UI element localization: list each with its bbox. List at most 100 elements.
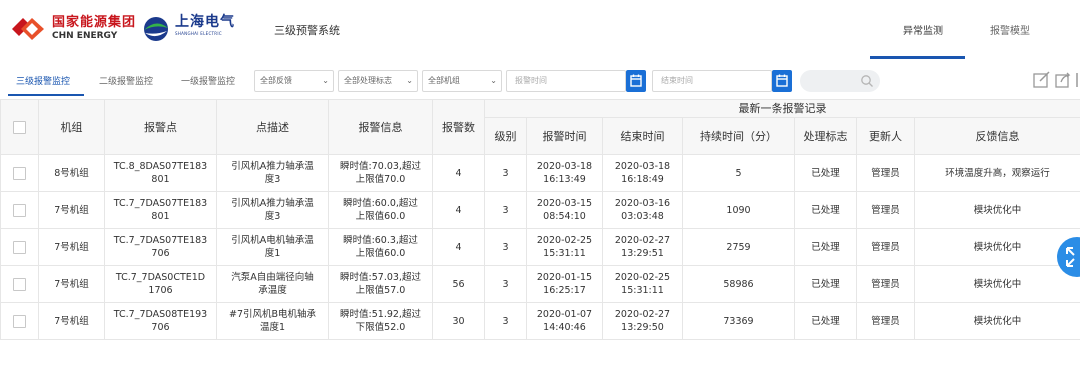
filter-bar: 三级报警监控 二级报警监控 一级报警监控 全部反馈 ⌄ 全部处理标志 ⌄ 全部机… <box>0 64 1080 96</box>
alarm-table-body: 8号机组 TC.8_8DAS07TE183 801 引风机A推力轴承温 度3 瞬时值:… <box>0 154 1080 340</box>
col-header-alarm-time[interactable]: 报警时间 <box>526 117 603 155</box>
table-row[interactable]: 8号机组 TC.8_8DAS07TE183 801 引风机A推力轴承温 度3 瞬时值:… <box>0 154 1080 192</box>
unit-select[interactable]: 全部机组 ⌄ <box>422 70 502 92</box>
cell-flag: 已处理 <box>794 228 857 266</box>
cell-point: TC.7_7DAS07TE183 801 <box>104 191 217 229</box>
row-select-cell <box>0 191 39 229</box>
cell-info: 瞬时值:60.0,超过 上限值60.0 <box>328 191 433 229</box>
nav-alarm-model[interactable]: 报警模型 <box>990 22 1030 37</box>
col-header-feedback[interactable]: 反馈信息 <box>913 117 1080 155</box>
tab-level2[interactable]: 二级报警监控 <box>99 74 153 87</box>
cell-duration: 73369 <box>682 302 795 340</box>
col-header-info[interactable]: 报警信息 <box>328 99 433 155</box>
tab-level3[interactable]: 三级报警监控 <box>16 74 70 87</box>
cell-unit: 7号机组 <box>38 302 105 340</box>
app-header: 国家能源集团 CHN ENERGY 上海电气 SHANGHAI ELECTRIC… <box>0 0 1080 59</box>
col-header-point[interactable]: 报警点 <box>104 99 217 155</box>
chevron-down-icon: ⌄ <box>322 76 329 85</box>
cell-level: 3 <box>484 191 527 229</box>
logo2-cn: 上海电气 <box>175 14 235 30</box>
export-icon[interactable] <box>1054 70 1074 90</box>
expand-icon <box>1066 247 1075 267</box>
cell-end-time: 2020-03-18 16:18:49 <box>602 154 683 192</box>
col-header-duration[interactable]: 持续时间（分） <box>682 117 795 155</box>
table-row[interactable]: 7号机组 TC.7_7DAS08TE193 706 #7引风机B电机轴承 温度1 瞬时… <box>0 302 1080 340</box>
cell-point: TC.8_8DAS07TE183 801 <box>104 154 217 192</box>
tab-level1[interactable]: 一级报警监控 <box>181 74 235 87</box>
cell-unit: 7号机组 <box>38 191 105 229</box>
chn-energy-logo-icon <box>12 18 44 40</box>
cell-unit: 7号机组 <box>38 265 105 303</box>
nav-active-indicator <box>870 56 965 59</box>
cell-info: 瞬时值:51.92,超过 下限值52.0 <box>328 302 433 340</box>
end-time-input[interactable]: 结束时间 <box>652 70 772 92</box>
table-row[interactable]: 7号机组 TC.7_7DAS07TE183 706 引风机A电机轴承温 度1 瞬时值:… <box>0 228 1080 266</box>
col-header-flag[interactable]: 处理标志 <box>794 117 857 155</box>
handling-select-value: 全部处理标志 <box>344 76 392 85</box>
select-all-cell <box>0 99 39 155</box>
calendar-icon <box>630 74 642 87</box>
alarm-table: 机组 报警点 点描述 报警信息 报警数 最新一条报警记录 级别 报警时间 结束时… <box>0 99 1080 340</box>
cell-desc: 引风机A推力轴承温 度3 <box>216 191 329 229</box>
cell-updater: 管理员 <box>856 265 915 303</box>
feedback-select[interactable]: 全部反馈 ⌄ <box>254 70 334 92</box>
cell-updater: 管理员 <box>856 228 915 266</box>
cell-alarm-time: 2020-03-18 16:13:49 <box>526 154 603 192</box>
row-checkbox[interactable] <box>13 203 26 217</box>
cell-count: 4 <box>432 154 485 192</box>
unit-select-value: 全部机组 <box>428 76 460 85</box>
row-checkbox[interactable] <box>13 314 26 328</box>
logo1-en: CHN ENERGY <box>52 31 118 41</box>
expand-panel-button[interactable] <box>1057 237 1080 277</box>
select-all-checkbox[interactable] <box>13 120 26 134</box>
cell-end-time: 2020-02-27 13:29:51 <box>602 228 683 266</box>
end-calendar-button[interactable] <box>772 70 792 92</box>
start-time-input[interactable]: 报警时间 <box>506 70 626 92</box>
nav-anomaly-monitoring[interactable]: 异常监测 <box>903 22 943 37</box>
col-header-updater[interactable]: 更新人 <box>856 117 915 155</box>
row-select-cell <box>0 265 39 303</box>
cell-feedback: 模块优化中 <box>913 228 1080 266</box>
more-icon[interactable] <box>1075 70 1080 90</box>
edit-icon[interactable] <box>1032 70 1052 90</box>
cell-duration: 58986 <box>682 265 795 303</box>
cell-level: 3 <box>484 228 527 266</box>
cell-count: 4 <box>432 228 485 266</box>
cell-flag: 已处理 <box>794 154 857 192</box>
cell-count: 56 <box>432 265 485 303</box>
calendar-icon <box>776 74 788 87</box>
start-calendar-button[interactable] <box>626 70 646 92</box>
cell-end-time: 2020-03-16 03:03:48 <box>602 191 683 229</box>
cell-feedback: 模块优化中 <box>913 302 1080 340</box>
col-header-count[interactable]: 报警数 <box>432 99 485 155</box>
chn-energy-logo-text: 国家能源集团 CHN ENERGY <box>52 16 136 41</box>
cell-desc: 引风机A电机轴承温 度1 <box>216 228 329 266</box>
handling-select[interactable]: 全部处理标志 ⌄ <box>338 70 418 92</box>
col-header-desc[interactable]: 点描述 <box>216 99 329 155</box>
cell-duration: 5 <box>682 154 795 192</box>
row-checkbox[interactable] <box>13 277 26 291</box>
logo2-en: SHANGHAI ELECTRIC <box>175 31 222 36</box>
row-checkbox[interactable] <box>13 240 26 254</box>
cell-info: 瞬时值:70.03,超过 上限值70.0 <box>328 154 433 192</box>
cell-level: 3 <box>484 265 527 303</box>
cell-desc: 汽泵A自由端径向轴 承温度 <box>216 265 329 303</box>
cell-flag: 已处理 <box>794 191 857 229</box>
search-input[interactable] <box>800 70 880 92</box>
cell-updater: 管理员 <box>856 154 915 192</box>
table-row[interactable]: 7号机组 TC.7_7DAS07TE183 801 引风机A推力轴承温 度3 瞬时值:… <box>0 191 1080 229</box>
col-header-end-time[interactable]: 结束时间 <box>602 117 683 155</box>
search-icon <box>861 75 873 87</box>
row-select-cell <box>0 302 39 340</box>
cell-alarm-time: 2020-03-15 08:54:10 <box>526 191 603 229</box>
cell-point: TC.7_7DAS08TE193 706 <box>104 302 217 340</box>
cell-unit: 8号机组 <box>38 154 105 192</box>
cell-unit: 7号机组 <box>38 228 105 266</box>
row-checkbox[interactable] <box>13 166 26 180</box>
cell-feedback: 模块优化中 <box>913 265 1080 303</box>
col-header-unit[interactable]: 机组 <box>38 99 105 155</box>
feedback-select-value: 全部反馈 <box>260 76 292 85</box>
table-row[interactable]: 7号机组 TC.7_7DAS0CTE1D 1706 汽泵A自由端径向轴 承温度 瞬时值… <box>0 265 1080 303</box>
cell-count: 30 <box>432 302 485 340</box>
col-header-level[interactable]: 级别 <box>484 117 527 155</box>
